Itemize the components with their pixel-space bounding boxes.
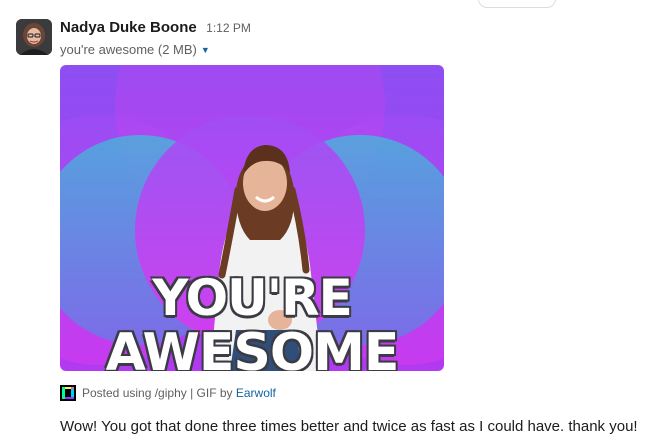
giphy-logo-icon xyxy=(60,385,76,401)
giphy-posted-text: Posted using /giphy | GIF by xyxy=(82,386,236,400)
message-text: Wow! You got that done three times bette… xyxy=(60,418,638,435)
avatar[interactable] xyxy=(16,19,52,55)
attachment-title[interactable]: you're awesome (2 MB) ▼ xyxy=(60,42,210,57)
giphy-gif[interactable]: YOU'RE AWESOME xyxy=(60,65,444,371)
top-reaction-pill[interactable] xyxy=(478,0,556,8)
timestamp[interactable]: 1:12 PM xyxy=(206,21,251,35)
author-name[interactable]: Nadya Duke Boone xyxy=(60,19,197,36)
giphy-attribution: Posted using /giphy | GIF by Earwolf xyxy=(60,385,276,403)
attachment-title-text: you're awesome (2 MB) xyxy=(60,42,197,57)
caret-down-icon[interactable]: ▼ xyxy=(201,45,210,55)
earwolf-link[interactable]: Earwolf xyxy=(236,386,276,400)
message-header: Nadya Duke Boone 1:12 PM xyxy=(60,19,251,39)
gif-caption-line2: AWESOME xyxy=(105,323,400,371)
gif-caption-line1: YOU'RE xyxy=(152,269,353,327)
